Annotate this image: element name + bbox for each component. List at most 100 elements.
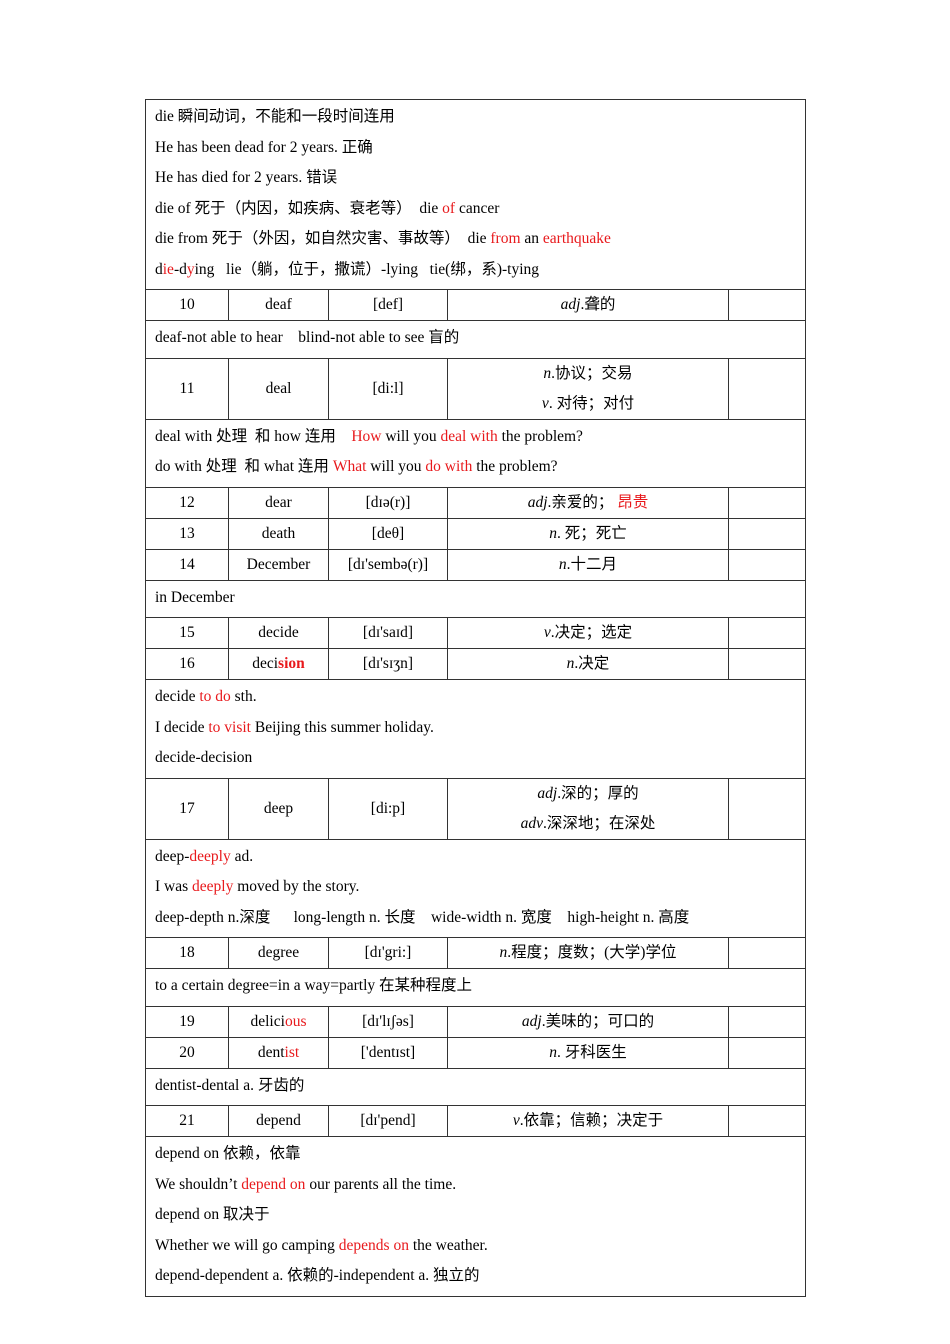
highlighted-text: from <box>490 230 521 247</box>
text-segment: .程度；度数；(大学)学位 <box>507 944 677 961</box>
text-segment: v <box>543 624 551 641</box>
text-segment: deaf-not able to hear blind-not able to … <box>155 329 460 346</box>
meaning-cell: n.十二月 <box>447 548 729 581</box>
word-row: 19 delicious [dɪ'lɪʃəs] adj.美味的；可口的 <box>145 1005 806 1038</box>
word-row: 16 decision [dɪ'sɪʒn] n.决定 <box>145 648 806 680</box>
note-row: die 瞬间动词，不能和一段时间连用 He has been dead for 2… <box>145 99 806 290</box>
note-cell: deal with 处理 和 how 连用 How will you deal … <box>145 418 806 488</box>
word-number: 10 <box>145 289 229 321</box>
empty-cell <box>728 617 806 649</box>
word-cell: dentist <box>228 1036 329 1069</box>
text-segment: n <box>549 1043 557 1061</box>
word-number: 17 <box>145 777 229 840</box>
text-segment: . 死；死亡 <box>556 524 627 542</box>
note-row: deaf-not able to hear blind-not able to … <box>145 320 806 359</box>
word-cell: death <box>228 517 329 550</box>
phonetic-cell: [dɪ'lɪʃəs] <box>328 1005 448 1038</box>
text-segment: decide <box>258 624 299 641</box>
word-row: 11 deal [di:l] n.协议；交易 v. 对待；对付 <box>145 357 806 420</box>
note-cell: depend on 依赖，依靠 We shouldn’t depend on ou… <box>145 1136 806 1297</box>
note-line: do with 处理 和 what 连用 What will you do wi… <box>155 452 796 483</box>
word-number: 21 <box>145 1105 229 1137</box>
text-segment: dent <box>257 1043 285 1061</box>
empty-cell <box>728 357 806 420</box>
note-line: Whether we will go camping depends on th… <box>155 1231 796 1262</box>
phonetic-cell: [deθ] <box>328 517 448 550</box>
word-row: 17 deep [di:p] adj.深的；厚的 adv.深深地；在深处 <box>145 777 806 840</box>
text-segment: adj <box>537 784 558 802</box>
meaning-cell: adj.亲爱的； 昂贵 <box>447 486 729 519</box>
highlighted-text: to visit <box>208 718 251 736</box>
highlighted-text: deal with <box>440 427 498 445</box>
meaning-cell: n. 死；死亡 <box>447 517 729 550</box>
note-row: depend on 依赖，依靠 We shouldn’t depend on ou… <box>145 1136 806 1297</box>
meaning-cell: v.决定；选定 <box>447 617 729 649</box>
note-line: I was deeply moved by the story. <box>155 872 796 903</box>
word-cell: degree <box>228 937 329 969</box>
text-segment: He has died for 2 years. 错误 <box>155 169 338 186</box>
phonetic-cell: ['dentɪst] <box>328 1036 448 1069</box>
note-line: deaf-not able to hear blind-not able to … <box>155 323 796 354</box>
text-segment: to a certain degree=in a way=partly 在某种程… <box>155 977 473 994</box>
text-segment: ing lie（躺，位于，撒谎）-lying tie(绑，系)-tying <box>194 260 540 278</box>
note-line: depend on 取决于 <box>155 1200 796 1231</box>
text-segment: n <box>549 524 557 542</box>
note-cell: deaf-not able to hear blind-not able to … <box>145 320 806 359</box>
meaning-line: v.依靠；信赖；决定于 <box>448 1106 728 1136</box>
text-segment: .协议；交易 <box>551 364 633 382</box>
empty-cell <box>728 289 806 321</box>
highlighted-text: 昂贵 <box>617 493 649 511</box>
note-line: deep-depth n.深度 long-length n. 长度 wide-w… <box>155 903 796 934</box>
text-segment: .美味的；可口的 <box>541 1012 655 1030</box>
text-segment: die of 死于（内因，如疾病、衰老等） die <box>155 199 443 217</box>
highlighted-text: sion <box>278 655 305 672</box>
phonetic-cell: [def] <box>328 289 448 321</box>
empty-cell <box>728 548 806 581</box>
text-segment: deep-depth n.深度 long-length n. 长度 wide-w… <box>155 908 690 926</box>
text-segment: deal <box>265 379 292 397</box>
text-segment: .深的；厚的 <box>557 784 639 802</box>
meaning-line: n. 死；死亡 <box>448 519 728 549</box>
text-segment: He has been dead for 2 years. 正确 <box>155 138 373 156</box>
text-segment: deaf <box>265 296 292 313</box>
text-segment: deep <box>263 799 294 817</box>
text-segment: the problem? <box>497 427 583 445</box>
note-row: to a certain degree=in a way=partly 在某种程… <box>145 968 806 1007</box>
highlighted-text: depends on <box>338 1236 409 1254</box>
highlighted-text: deeply <box>192 878 234 895</box>
note-row: decide to do sth. I decide to visit Beiji… <box>145 679 806 779</box>
text-segment: Beijing this summer holiday. <box>251 718 434 736</box>
phonetic-cell: [di:p] <box>328 777 448 840</box>
text-segment: moved by the story. <box>233 878 360 895</box>
note-cell: decide to do sth. I decide to visit Beiji… <box>145 679 806 779</box>
text-segment: I was <box>155 878 193 895</box>
word-number: 11 <box>145 357 229 420</box>
text-segment: in December <box>155 588 235 606</box>
note-line: We shouldn’t depend on our parents all t… <box>155 1170 796 1201</box>
word-number: 13 <box>145 517 229 550</box>
highlighted-text: depend on <box>241 1175 306 1193</box>
word-number: 19 <box>145 1005 229 1038</box>
meaning-cell: adj.深的；厚的 adv.深深地；在深处 <box>447 777 729 840</box>
word-cell: December <box>228 548 329 581</box>
text-segment: n <box>543 364 552 382</box>
word-row: 21 depend [dɪ'pend] v.依靠；信赖；决定于 <box>145 1105 806 1137</box>
note-row: deal with 处理 和 how 连用 How will you deal … <box>145 418 806 488</box>
text-segment: ad. <box>230 847 254 865</box>
text-segment: depend on 依赖，依靠 <box>155 1145 301 1162</box>
phonetic-cell: [dɪ'gri:] <box>328 937 448 969</box>
text-segment: cancer <box>455 199 500 217</box>
word-cell: decision <box>228 648 329 680</box>
text-segment: -d <box>173 260 187 278</box>
note-line: I decide to visit Beijing this summer ho… <box>155 713 796 744</box>
word-row: 20 dentist ['dentɪst] n. 牙科医生 <box>145 1036 806 1069</box>
meaning-line: n.程度；度数；(大学)学位 <box>448 938 728 968</box>
note-line: die from 死于（外因，如自然灾害、事故等） die from an ea… <box>155 224 796 255</box>
highlighted-text: to do <box>199 688 231 705</box>
text-segment: We shouldn’t <box>155 1175 242 1193</box>
empty-cell <box>728 937 806 969</box>
text-segment: die 瞬间动词，不能和一段时间连用 <box>155 108 395 125</box>
text-segment: .十二月 <box>566 555 618 573</box>
text-segment: .聋的 <box>580 296 616 313</box>
note-line: depend on 依赖，依靠 <box>155 1139 796 1170</box>
